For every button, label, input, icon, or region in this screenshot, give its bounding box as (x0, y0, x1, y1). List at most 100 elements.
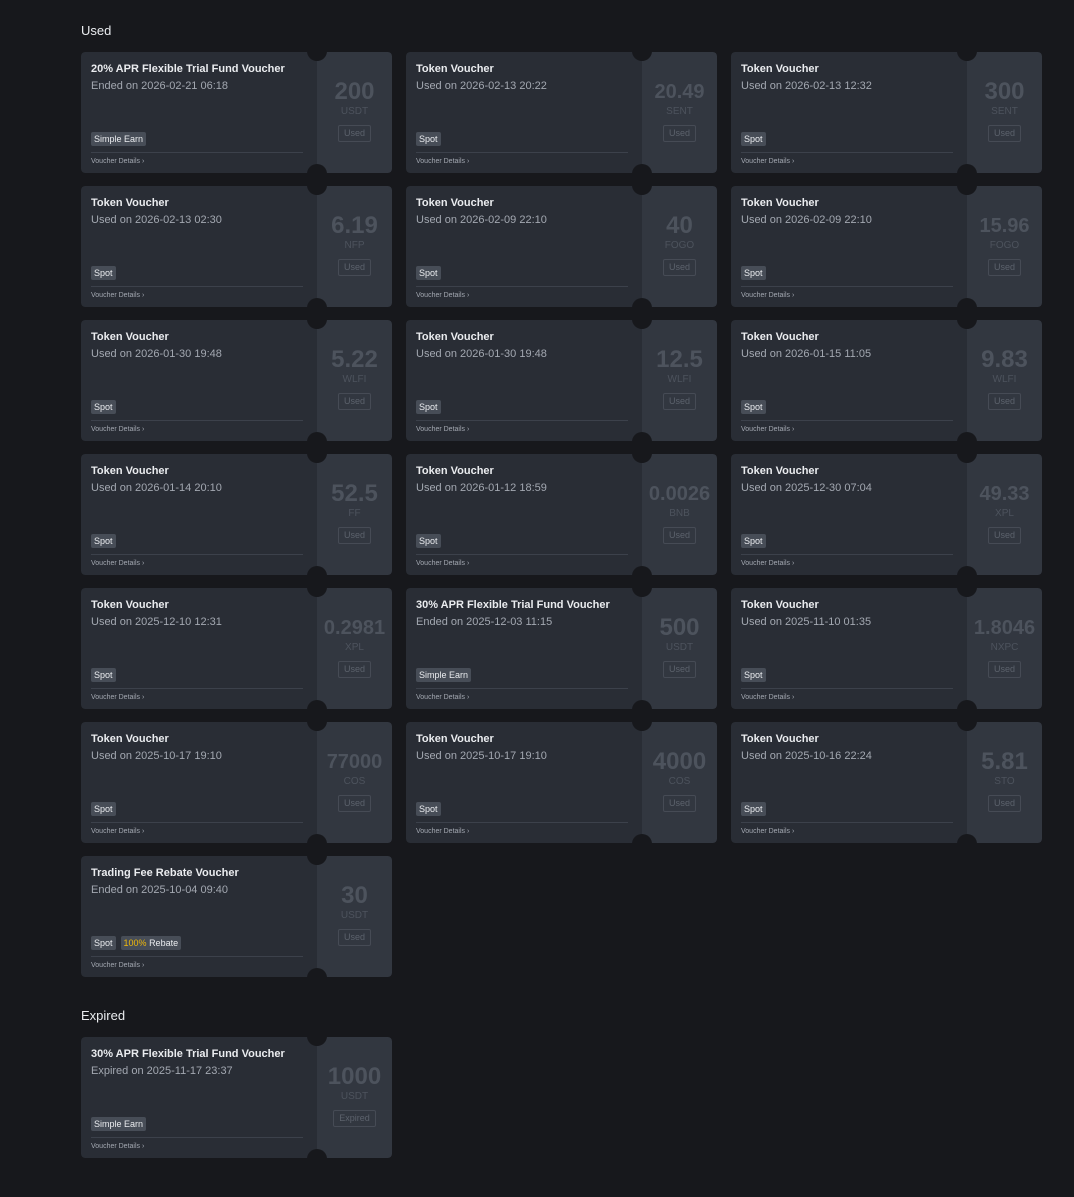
chevron-right-icon: › (792, 560, 795, 567)
voucher-card: Token Voucher Used on 2026-01-14 20:10 Spo… (81, 454, 392, 575)
voucher-details-link[interactable]: Voucher Details › (741, 694, 794, 701)
voucher-date: Used on 2025-10-17 19:10 (91, 750, 222, 762)
voucher-details-label: Voucher Details (741, 560, 791, 567)
voucher-unit: WLFI (992, 374, 1017, 385)
voucher-card: Token Voucher Used on 2025-12-10 12:31 Spo… (81, 588, 392, 709)
divider (91, 554, 303, 555)
voucher-tag: Spot (741, 132, 766, 146)
voucher-details-label: Voucher Details (91, 694, 141, 701)
voucher-details-link[interactable]: Voucher Details › (91, 560, 144, 567)
voucher-details-label: Voucher Details (91, 962, 141, 969)
voucher-details-link[interactable]: Voucher Details › (416, 828, 469, 835)
voucher-tags: Spot (91, 534, 116, 548)
voucher-details-label: Voucher Details (741, 292, 791, 299)
voucher-unit: NFP (344, 240, 365, 251)
voucher-value: 12.5 WLFI Used (642, 320, 717, 441)
voucher-details-link[interactable]: Voucher Details › (416, 426, 469, 433)
voucher-title: Token Voucher (416, 733, 494, 745)
voucher-unit: WLFI (342, 374, 367, 385)
voucher-tag: Spot (741, 534, 766, 548)
voucher-title: Token Voucher (91, 197, 169, 209)
voucher-card: Token Voucher Used on 2025-11-10 01:35 Spo… (731, 588, 1042, 709)
voucher-date: Used on 2026-01-30 19:48 (416, 348, 547, 360)
voucher-date: Used on 2026-01-15 11:05 (741, 348, 872, 360)
divider (741, 554, 953, 555)
voucher-details-link[interactable]: Voucher Details › (91, 158, 144, 165)
divider (741, 822, 953, 823)
chevron-right-icon: › (142, 962, 145, 969)
chevron-right-icon: › (792, 694, 795, 701)
voucher-card: Token Voucher Used on 2026-01-30 19:48 Spo… (81, 320, 392, 441)
status-badge: Used (987, 259, 1021, 276)
voucher-details-label: Voucher Details (741, 426, 791, 433)
voucher-details-link[interactable]: Voucher Details › (91, 426, 144, 433)
chevron-right-icon: › (467, 828, 470, 835)
voucher-amount: 200 (334, 78, 375, 105)
voucher-value: 49.33 XPL Used (967, 454, 1042, 575)
voucher-tag: Simple Earn (416, 668, 472, 682)
voucher-info: 30% APR Flexible Trial Fund Voucher Ended… (406, 588, 642, 709)
voucher-details-label: Voucher Details (416, 158, 466, 165)
divider (91, 152, 303, 153)
voucher-details-link[interactable]: Voucher Details › (741, 828, 794, 835)
voucher-details-link[interactable]: Voucher Details › (91, 1143, 144, 1150)
voucher-card: Trading Fee Rebate Voucher Ended on 2025-… (81, 856, 392, 977)
voucher-details-link[interactable]: Voucher Details › (416, 560, 469, 567)
status-badge: Used (662, 661, 696, 678)
voucher-card: Token Voucher Used on 2026-02-13 02:30 Spo… (81, 186, 392, 307)
voucher-unit: FOGO (989, 240, 1020, 251)
voucher-details-link[interactable]: Voucher Details › (91, 962, 144, 969)
chevron-right-icon: › (792, 158, 795, 165)
voucher-value: 1.8046 NXPC Used (967, 588, 1042, 709)
voucher-amount: 5.81 (981, 748, 1028, 775)
voucher-details-label: Voucher Details (91, 828, 141, 835)
voucher-details-link[interactable]: Voucher Details › (741, 426, 794, 433)
voucher-info: 20% APR Flexible Trial Fund Voucher Ended… (81, 52, 317, 173)
voucher-value: 15.96 FOGO Used (967, 186, 1042, 307)
voucher-value: 5.81 STO Used (967, 722, 1042, 843)
divider (91, 286, 303, 287)
voucher-details-link[interactable]: Voucher Details › (91, 694, 144, 701)
voucher-unit: USDT (340, 910, 369, 921)
divider (741, 688, 953, 689)
voucher-tags: Spot (416, 534, 441, 548)
voucher-tag: Spot (416, 534, 441, 548)
voucher-info: Token Voucher Used on 2025-10-17 19:10 Spo… (406, 722, 642, 843)
rebate-label: Rebate (149, 938, 179, 948)
voucher-card: Token Voucher Used on 2026-01-30 19:48 Spo… (406, 320, 717, 441)
voucher-details-link[interactable]: Voucher Details › (91, 292, 144, 299)
voucher-details-link[interactable]: Voucher Details › (741, 560, 794, 567)
voucher-card: Token Voucher Used on 2026-02-09 22:10 Spo… (406, 186, 717, 307)
voucher-details-link[interactable]: Voucher Details › (416, 158, 469, 165)
voucher-date: Used on 2026-02-13 12:32 (741, 80, 872, 92)
voucher-amount: 9.83 (981, 346, 1028, 373)
voucher-date: Used on 2026-01-30 19:48 (91, 348, 222, 360)
voucher-amount: 77000 (326, 751, 383, 773)
voucher-info: 30% APR Flexible Trial Fund Voucher Expir… (81, 1037, 317, 1158)
voucher-info: Token Voucher Used on 2026-01-14 20:10 Spo… (81, 454, 317, 575)
voucher-unit: STO (994, 776, 1015, 787)
voucher-info: Token Voucher Used on 2026-02-13 20:22 Spo… (406, 52, 642, 173)
voucher-unit: FOGO (664, 240, 695, 251)
voucher-details-link[interactable]: Voucher Details › (91, 828, 144, 835)
voucher-tag: Spot (741, 802, 766, 816)
status-badge: Used (662, 259, 696, 276)
voucher-title: Token Voucher (416, 331, 494, 343)
voucher-tags: Spot (416, 132, 441, 146)
voucher-tags: Spot (741, 132, 766, 146)
voucher-details-link[interactable]: Voucher Details › (416, 292, 469, 299)
rebate-percent: 100% (123, 938, 147, 948)
chevron-right-icon: › (142, 426, 145, 433)
voucher-details-label: Voucher Details (416, 560, 466, 567)
status-badge: Used (662, 393, 696, 410)
voucher-value: 5.22 WLFI Used (317, 320, 392, 441)
divider (416, 688, 628, 689)
voucher-info: Token Voucher Used on 2025-10-16 22:24 Spo… (731, 722, 967, 843)
voucher-details-label: Voucher Details (416, 828, 466, 835)
chevron-right-icon: › (467, 426, 470, 433)
voucher-details-link[interactable]: Voucher Details › (741, 292, 794, 299)
voucher-details-link[interactable]: Voucher Details › (741, 158, 794, 165)
voucher-value: 52.5 FF Used (317, 454, 392, 575)
voucher-details-link[interactable]: Voucher Details › (416, 694, 469, 701)
voucher-tag: Simple Earn (91, 132, 147, 146)
